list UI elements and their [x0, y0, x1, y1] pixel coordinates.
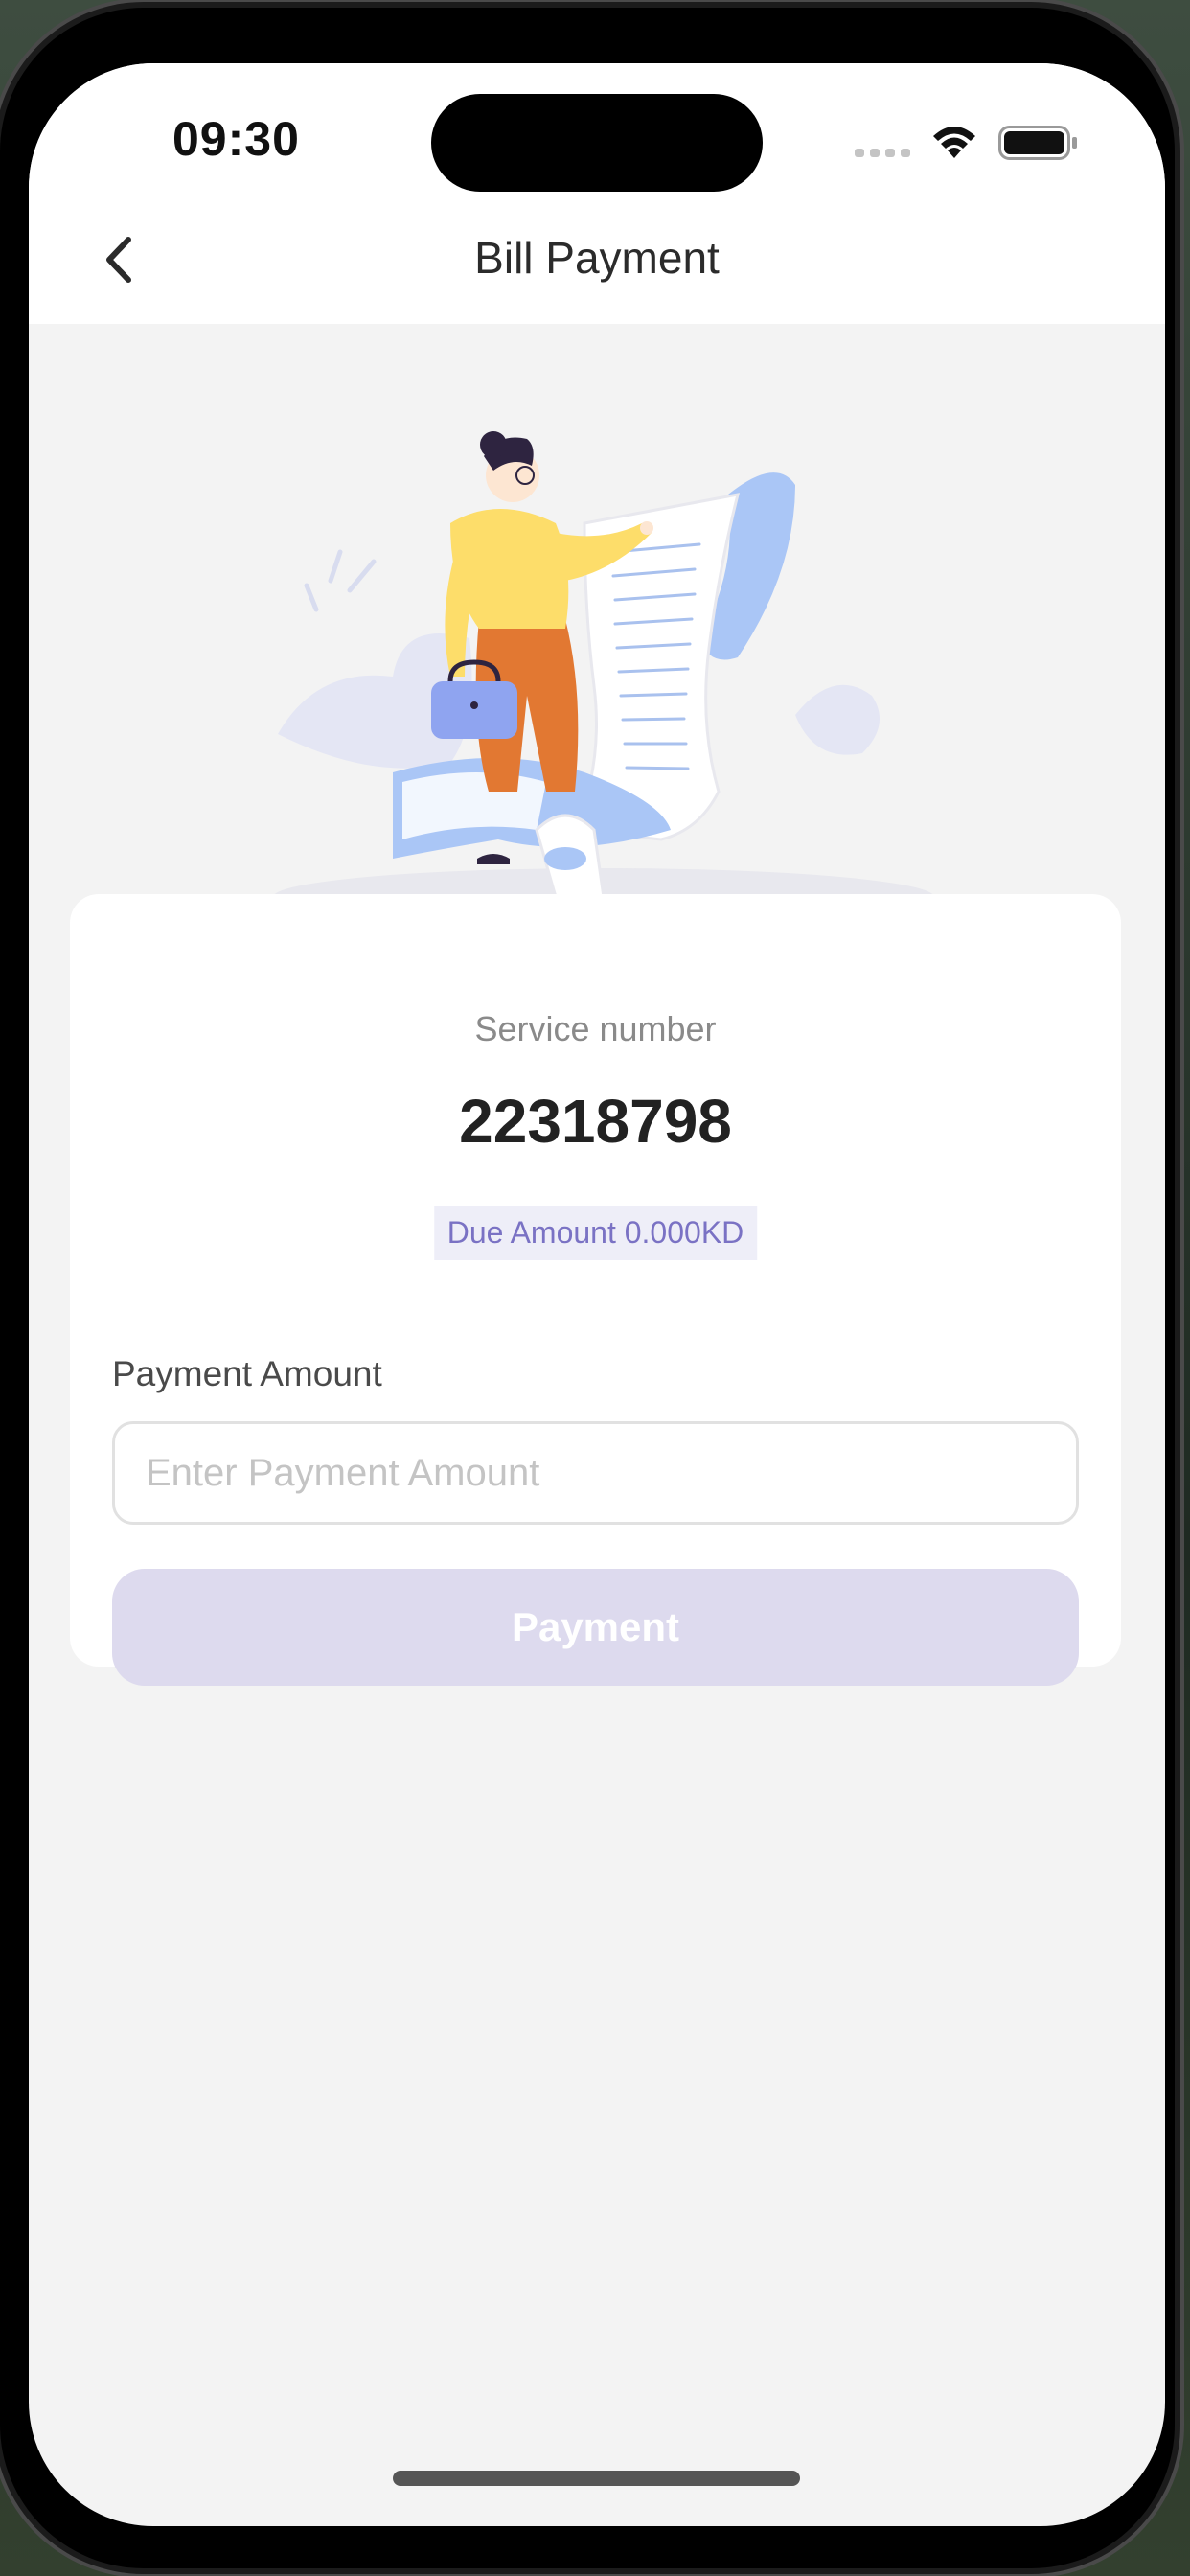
- status-icons: [855, 119, 1079, 167]
- status-time: 09:30: [172, 112, 300, 166]
- payment-amount-label: Payment Amount: [112, 1354, 382, 1393]
- dynamic-island: [431, 94, 763, 192]
- top-bar: 09:30 Bill Payment: [29, 63, 1165, 324]
- wifi-icon: [933, 126, 975, 158]
- service-number-label: Service number: [474, 1009, 717, 1048]
- phone-frame: 09:30 Bill Payment Service number 223187…: [0, 8, 1175, 2568]
- payment-button[interactable]: Payment: [112, 1569, 1079, 1686]
- page-title: Bill Payment: [474, 233, 720, 283]
- cellular-signal-icon: [855, 128, 910, 157]
- due-amount-badge: Due Amount 0.000KD: [433, 1206, 758, 1260]
- home-indicator[interactable]: [393, 2471, 800, 2486]
- battery-icon: [998, 126, 1077, 160]
- payment-amount-input[interactable]: [112, 1421, 1079, 1525]
- app-screen: 09:30 Bill Payment Service number 223187…: [29, 63, 1165, 2526]
- service-number-value: 22318798: [459, 1087, 732, 1156]
- bill-card: Service number 22318798 Due Amount 0.000…: [70, 894, 1121, 1686]
- bill-illustration: [273, 431, 934, 926]
